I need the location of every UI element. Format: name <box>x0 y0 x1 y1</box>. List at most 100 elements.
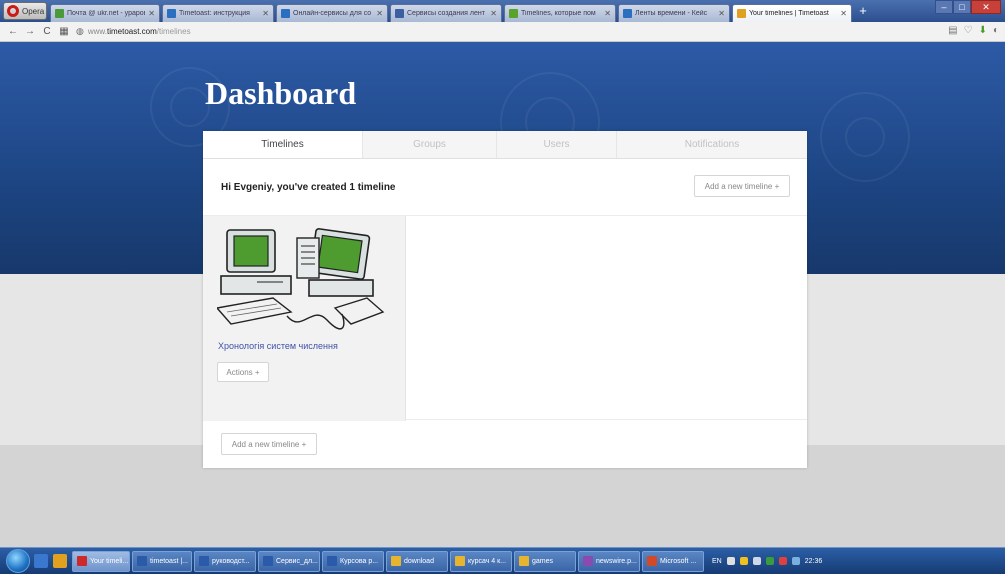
opera-menu-label: Opera <box>22 6 45 16</box>
close-window-icon[interactable]: ✕ <box>971 0 1001 14</box>
close-icon[interactable]: ✕ <box>840 9 847 18</box>
forward-icon[interactable]: → <box>25 26 35 37</box>
browser-tab-active[interactable]: Your timelines | Timetoast ✕ <box>732 4 852 22</box>
leaf-icon <box>509 9 518 18</box>
browser-tab-label: Ленты времени - Кейс <box>635 10 708 17</box>
security-icon[interactable] <box>739 557 748 565</box>
tab-timelines[interactable]: Timelines <box>203 131 363 158</box>
clock[interactable]: 22:36 <box>805 558 823 565</box>
url-path: /timelines <box>156 27 191 36</box>
browser-tab[interactable]: Ленты времени - Кейс ✕ <box>618 4 730 22</box>
folder-icon <box>455 556 465 566</box>
opera-icon <box>77 556 87 566</box>
browser-tab-label: Онлайн-сервисы для со <box>293 10 372 17</box>
greeting-text: Hi Evgeniy, you've created 1 timeline <box>221 182 396 193</box>
explorer-icon[interactable] <box>53 554 67 568</box>
close-icon[interactable]: ✕ <box>604 9 611 18</box>
update-icon[interactable] <box>765 557 774 565</box>
taskbar-item[interactable]: руководст... <box>194 550 256 572</box>
browser-tab-label: Timetoast: инструкция <box>179 10 250 17</box>
timetoast-check-icon <box>737 9 746 18</box>
timeline-title-link[interactable]: Хронологія систем числення <box>218 341 338 351</box>
add-timeline-button[interactable]: Add a new timeline + <box>694 175 790 197</box>
image-icon <box>583 556 593 566</box>
timetoast-icon <box>281 9 290 18</box>
taskbar-item-label: Microsoft ... <box>660 557 697 565</box>
word-icon <box>327 556 337 566</box>
url-field[interactable]: ◍ www. timetoast.com/timelines <box>76 26 191 37</box>
taskbar-item[interactable]: timetoast |... <box>132 550 192 572</box>
language-indicator[interactable]: EN <box>712 558 722 565</box>
taskbar-item[interactable]: download <box>386 550 448 572</box>
maximize-icon[interactable]: □ <box>953 0 971 14</box>
taskbar: Your timeli... timetoast |... руководст.… <box>0 547 1005 574</box>
browser-tab[interactable]: Timetoast: инструкция ✕ <box>162 4 274 22</box>
close-icon[interactable]: ✕ <box>376 9 383 18</box>
timeline-tile[interactable]: Хронологія систем числення Actions + <box>203 216 406 421</box>
add-timeline-button-bottom[interactable]: Add a new timeline + <box>221 433 317 455</box>
tab-groups[interactable]: Groups <box>363 131 497 158</box>
network-icon[interactable] <box>726 557 735 565</box>
close-icon[interactable]: ✕ <box>490 9 497 18</box>
taskbar-item[interactable]: Microsoft ... <box>642 550 704 572</box>
taskbar-item[interactable]: newswire.p... <box>578 550 640 572</box>
browser-tab-label: Timelines, которые пом <box>521 10 596 17</box>
site-info-icon[interactable]: ◍ <box>76 26 84 37</box>
browser-tab-strip: Opera Почта @ ukr.net - ураров ✕ Timetoa… <box>0 0 1005 22</box>
show-desktop-icon[interactable] <box>34 554 48 568</box>
reload-icon[interactable]: C <box>42 26 52 37</box>
taskbar-item[interactable]: курсач 4 к... <box>450 550 512 572</box>
browser-tab-label: Почта @ ukr.net - ураров <box>67 10 146 17</box>
new-tab-button[interactable]: + <box>854 4 872 20</box>
volume-icon[interactable] <box>752 557 761 565</box>
browser-tab[interactable]: Сервисы создания лент ✕ <box>390 4 502 22</box>
folder-icon <box>391 556 401 566</box>
taskbar-item-label: Курсова р... <box>340 557 379 565</box>
timetoast-icon <box>167 9 176 18</box>
battery-icon[interactable] <box>791 557 800 565</box>
timeline-grid: Хронологія систем числення Actions + <box>203 215 807 421</box>
taskbar-item[interactable]: games <box>514 550 576 572</box>
start-button-icon[interactable] <box>6 549 30 573</box>
taskbar-item[interactable]: Курсова р... <box>322 550 384 572</box>
tab-notifications[interactable]: Notifications <box>617 131 807 158</box>
taskbar-item-label: Your timeli... <box>90 557 129 565</box>
extensions-icon[interactable]: ▤ <box>948 25 957 36</box>
speed-dial-icon[interactable]: ▦ <box>59 26 69 37</box>
browser-tab[interactable]: Почта @ ukr.net - ураров ✕ <box>50 4 160 22</box>
toolbar-icons: ▤ ♡ ⬇ ◐ <box>948 25 999 36</box>
url-prefix: www. <box>87 27 107 36</box>
doc-icon <box>395 9 404 18</box>
timetoast-icon <box>623 9 632 18</box>
folder-icon <box>519 556 529 566</box>
address-bar: ← → C ▦ ◍ www. timetoast.com/timelines ▤ … <box>0 22 1005 42</box>
taskbar-item-label: newswire.p... <box>596 557 637 565</box>
opera-menu-button[interactable]: Opera <box>3 2 47 20</box>
minimize-icon[interactable]: – <box>935 0 953 14</box>
download-icon[interactable]: ⬇ <box>979 25 987 36</box>
close-icon[interactable]: ✕ <box>262 9 269 18</box>
word-icon <box>199 556 209 566</box>
browser-tab[interactable]: Timelines, которые пом ✕ <box>504 4 616 22</box>
taskbar-item-label: download <box>404 557 434 565</box>
computers-illustration-icon[interactable] <box>217 224 392 332</box>
taskbar-item-label: games <box>532 557 554 565</box>
back-icon[interactable]: ← <box>8 26 18 37</box>
dashboard-tabs: Timelines Groups Users Notifications <box>203 131 807 159</box>
window-controls: – □ ✕ <box>935 0 1001 14</box>
close-icon[interactable]: ✕ <box>718 9 725 18</box>
taskbar-item-label: timetoast |... <box>150 557 188 565</box>
page-title: Dashboard <box>205 75 357 111</box>
taskbar-item-label: Сервис_дл... <box>276 557 318 565</box>
browser-tab[interactable]: Онлайн-сервисы для со ✕ <box>276 4 388 22</box>
taskbar-item-label: руководст... <box>212 557 250 565</box>
taskbar-item[interactable]: Сервис_дл... <box>258 550 320 572</box>
antivirus-icon[interactable] <box>778 557 787 565</box>
heart-icon[interactable]: ♡ <box>964 25 973 36</box>
opera-turbo-icon[interactable]: ◐ <box>993 25 999 36</box>
tab-users[interactable]: Users <box>497 131 617 158</box>
taskbar-item-label: курсач 4 к... <box>468 557 507 565</box>
taskbar-item[interactable]: Your timeli... <box>72 550 130 572</box>
close-icon[interactable]: ✕ <box>148 9 155 18</box>
actions-button[interactable]: Actions + <box>217 362 269 382</box>
